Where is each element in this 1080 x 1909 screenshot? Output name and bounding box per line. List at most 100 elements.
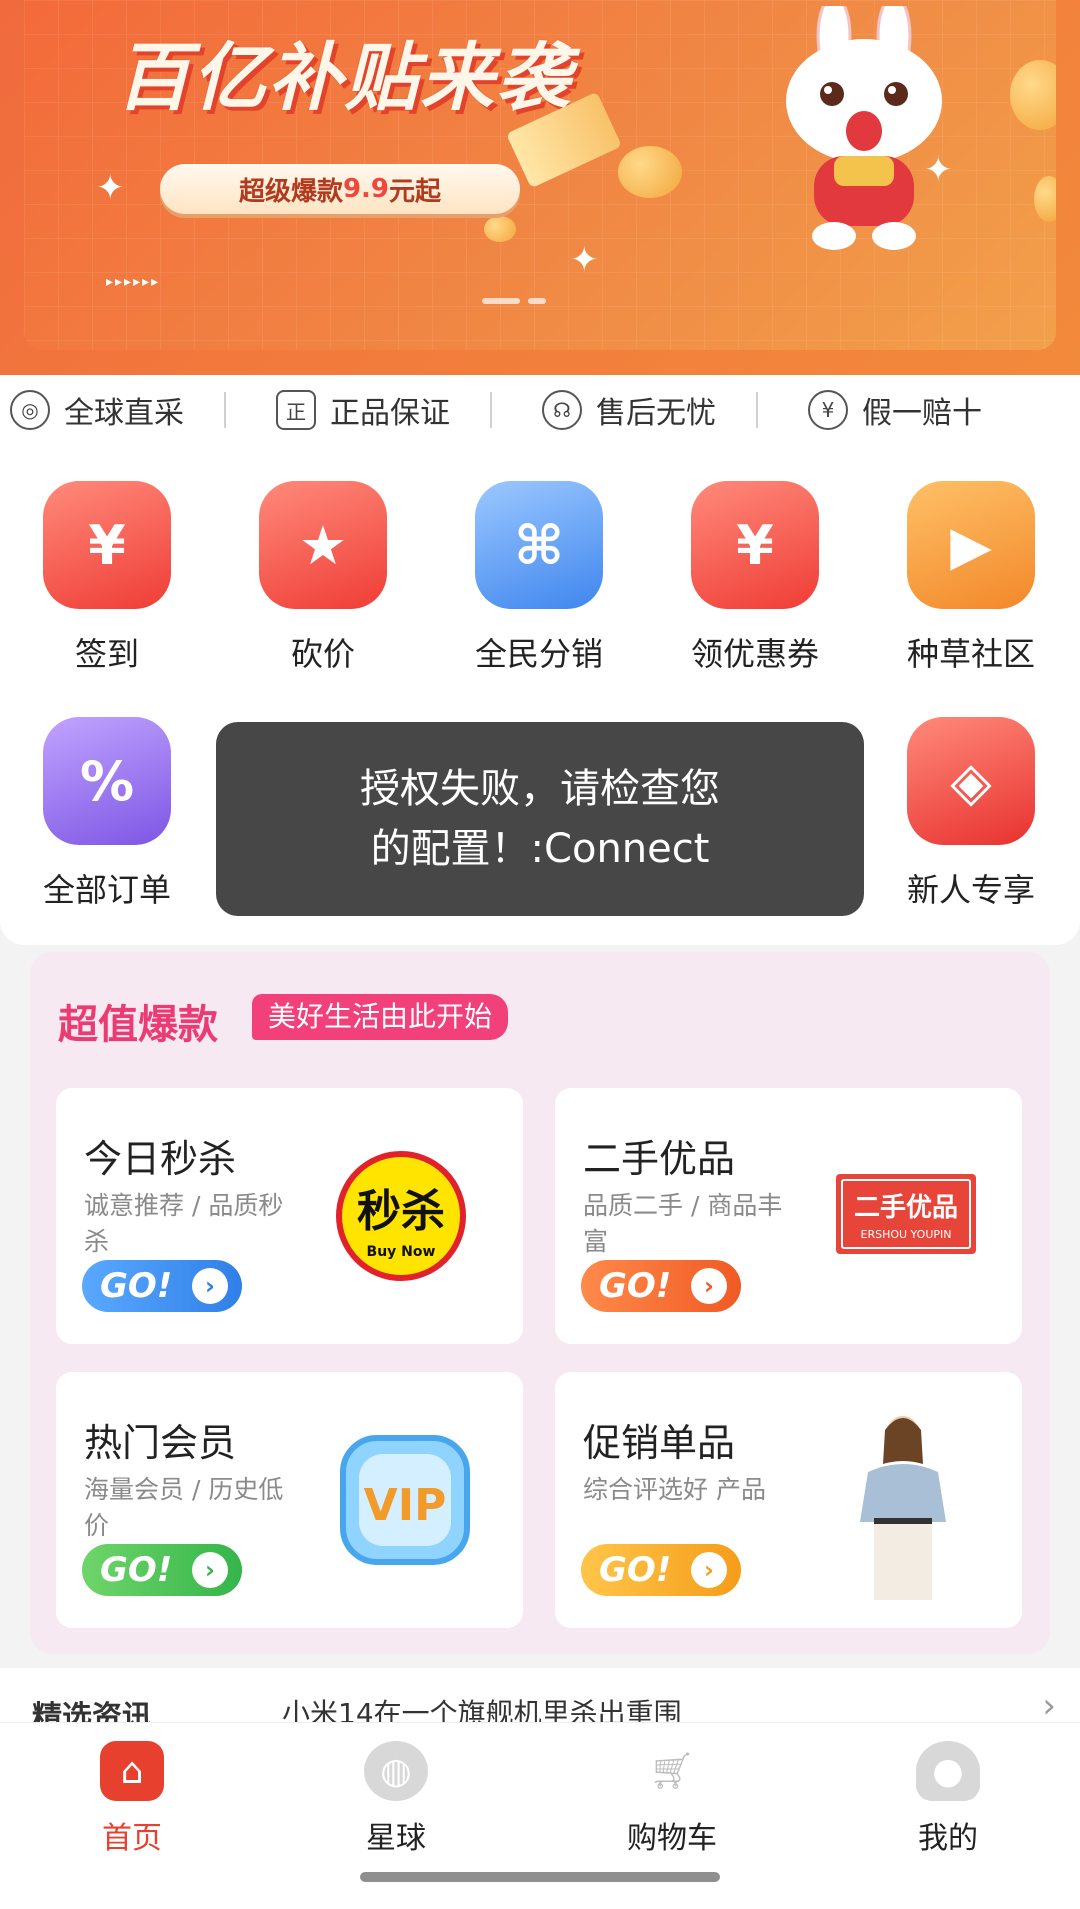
guarantee-label: 正品保证 <box>330 396 450 431</box>
profile-icon: ● <box>916 1741 980 1801</box>
tab-home[interactable]: ⌂ 首页 <box>52 1741 212 1857</box>
deal-card-subtitle: 品质二手 / 商品丰富 <box>583 1191 783 1256</box>
star-icon: ★ <box>259 481 387 609</box>
home-icon: ⌂ <box>100 1741 164 1801</box>
model-photo-icon <box>860 1416 946 1600</box>
ticker-news[interactable]: 小米14在一个旗舰机里杀出重围 <box>282 1692 682 1722</box>
tab-label: 首页 <box>102 1821 162 1856</box>
toast-line-1: 授权失败，请检查您 <box>360 766 720 812</box>
deal-card-subtitle: 综合评选好 产品 <box>583 1475 766 1504</box>
guarantee-global: ◎ 全球直采 <box>0 388 184 432</box>
planet-icon: ◍ <box>364 1741 428 1801</box>
percent-badge-icon: % <box>43 717 171 845</box>
tab-label: 我的 <box>918 1821 978 1856</box>
go-button[interactable]: GO! › <box>581 1260 741 1312</box>
deal-card-title: 热门会员 <box>84 1421 237 1465</box>
ticker-brand: 精选资讯 <box>32 1700 152 1722</box>
chevron-right-icon[interactable]: › <box>1042 1686 1056 1722</box>
flash-sale-text: 秒杀 <box>357 1186 445 1237</box>
deal-card-flash-sale[interactable]: 今日秒杀 诚意推荐 / 品质秒杀 GO! › 秒杀 Buy Now <box>56 1088 523 1344</box>
deal-card-second-hand[interactable]: 二手优品 品质二手 / 商品丰富 GO! › 二手优品 ERSHOU YOUPI… <box>555 1088 1022 1344</box>
shortcut-label: 种草社区 <box>906 635 1035 673</box>
toast-line-2: 的配置！:Connect <box>370 826 710 872</box>
deal-card-promotion[interactable]: 促销单品 综合评选好 产品 GO! › <box>555 1372 1022 1628</box>
banner-pill: 超级爆款 9.9 元起 <box>160 164 520 214</box>
guarantee-label: 售后无忧 <box>596 396 716 431</box>
coin-icon <box>484 216 516 242</box>
tab-cart[interactable]: 🛒︎ 购物车 <box>592 1741 752 1857</box>
second-hand-badge-icon: 二手优品 ERSHOU YOUPIN <box>836 1174 976 1254</box>
guarantee-label: 假一赔十 <box>862 396 982 431</box>
error-toast: 授权失败，请检查您 的配置！:Connect <box>216 722 864 916</box>
shortcut-newcomer[interactable]: ◈ 新人专享 <box>886 717 1056 911</box>
go-label: GO! <box>599 1266 672 1306</box>
tab-profile[interactable]: ● 我的 <box>868 1741 1028 1857</box>
banner-pagination <box>482 298 546 304</box>
page-dot-active <box>482 298 520 304</box>
guarantee-strip: ◎ 全球直采 正 正品保证 ☊ 售后无忧 ¥ 假一赔十 <box>0 375 1080 445</box>
org-chart-icon: ⌘ <box>475 481 603 609</box>
rabbit-mascot-icon <box>786 6 942 250</box>
shortcut-community[interactable]: ▶ 种草社区 <box>886 481 1056 675</box>
deals-tag: 美好生活由此开始 <box>252 994 509 1040</box>
sparkle-icon: ✦ <box>570 240 599 280</box>
chevron-right-icon: › <box>192 1552 228 1588</box>
shortcut-label: 全部订单 <box>42 871 171 909</box>
go-button[interactable]: GO! › <box>581 1544 741 1596</box>
shortcut-distribution[interactable]: ⌘ 全民分销 <box>454 481 624 675</box>
shortcut-sign-in[interactable]: ¥ 签到 <box>22 481 192 675</box>
deal-card-title: 促销单品 <box>583 1421 736 1465</box>
pill-price: 9.9 <box>342 174 390 204</box>
second-hand-text: 二手优品 <box>854 1193 958 1223</box>
deal-card-subtitle: 诚意推荐 / 品质秒杀 <box>84 1191 284 1256</box>
deal-card-title: 今日秒杀 <box>84 1137 237 1181</box>
divider <box>756 392 758 428</box>
home-indicator[interactable] <box>360 1872 720 1882</box>
guarantee-label: 全球直采 <box>64 396 184 431</box>
go-button[interactable]: GO! › <box>82 1260 242 1312</box>
shield-icon: 正 <box>276 390 316 430</box>
divider <box>224 392 226 428</box>
deal-card-membership[interactable]: 热门会员 海量会员 / 历史低价 GO! › VIP <box>56 1372 523 1628</box>
globe-icon: ◎ <box>10 390 50 430</box>
tab-label: 星球 <box>366 1821 426 1856</box>
flash-sale-badge-icon: 秒杀 Buy Now <box>336 1151 466 1281</box>
chevron-right-icon: › <box>691 1552 727 1588</box>
deals-title: 超值爆款 <box>58 1002 218 1048</box>
guarantee-compensation: ¥ 假一赔十 <box>798 388 982 432</box>
news-ticker[interactable]: 精选资讯 小米14在一个旗舰机里杀出重围 › <box>0 1668 1080 1722</box>
coin-icon <box>618 146 682 198</box>
shortcut-coupons[interactable]: ¥ 领优惠券 <box>670 481 840 675</box>
pill-prefix: 超级爆款 <box>238 176 343 207</box>
shortcut-label: 签到 <box>74 635 139 673</box>
chevron-right-icon: › <box>691 1268 727 1304</box>
guarantee-aftersale: ☊ 售后无忧 <box>532 388 716 432</box>
banner-card[interactable]: 百亿补贴来袭 超级爆款 9.9 元起 ✦ ✦ ✦ ▸▸▸▸▸▸ <box>24 0 1056 350</box>
guarantee-authentic: 正 正品保证 <box>266 388 450 432</box>
deals-section: 超值爆款 美好生活由此开始 今日秒杀 诚意推荐 / 品质秒杀 GO! › 秒杀 … <box>30 952 1050 1654</box>
tab-planet[interactable]: ◍ 星球 <box>316 1741 476 1857</box>
red-envelope-icon: ¥ <box>43 481 171 609</box>
shortcut-all-orders[interactable]: % 全部订单 <box>22 717 192 911</box>
banner-arrows: ▸▸▸▸▸▸ <box>106 274 161 290</box>
yen-icon: ¥ <box>808 390 848 430</box>
second-hand-sub: ERSHOU YOUPIN <box>861 1228 952 1241</box>
deal-card-title: 二手优品 <box>583 1137 736 1181</box>
pill-suffix: 元起 <box>389 176 442 207</box>
tab-label: 购物车 <box>627 1821 717 1856</box>
shortcut-label: 全民分销 <box>474 635 603 673</box>
banner-title: 百亿补贴来袭 <box>116 35 572 121</box>
tv-play-icon: ▶ <box>907 481 1035 609</box>
cart-icon: 🛒︎ <box>649 1751 695 1792</box>
promo-banner[interactable]: 百亿补贴来袭 超级爆款 9.9 元起 ✦ ✦ ✦ ▸▸▸▸▸▸ <box>0 0 1080 375</box>
vip-badge-icon: VIP <box>340 1435 470 1565</box>
shortcut-bargain[interactable]: ★ 砍价 <box>238 481 408 675</box>
sparkle-icon: ✦ <box>96 168 125 208</box>
go-button[interactable]: GO! › <box>82 1544 242 1596</box>
go-label: GO! <box>599 1550 672 1590</box>
go-label: GO! <box>100 1266 173 1306</box>
chevron-right-icon: › <box>192 1268 228 1304</box>
flash-sale-sub: Buy Now <box>367 1244 436 1260</box>
shortcut-label: 新人专享 <box>906 871 1035 909</box>
coin-icon <box>1034 176 1056 222</box>
